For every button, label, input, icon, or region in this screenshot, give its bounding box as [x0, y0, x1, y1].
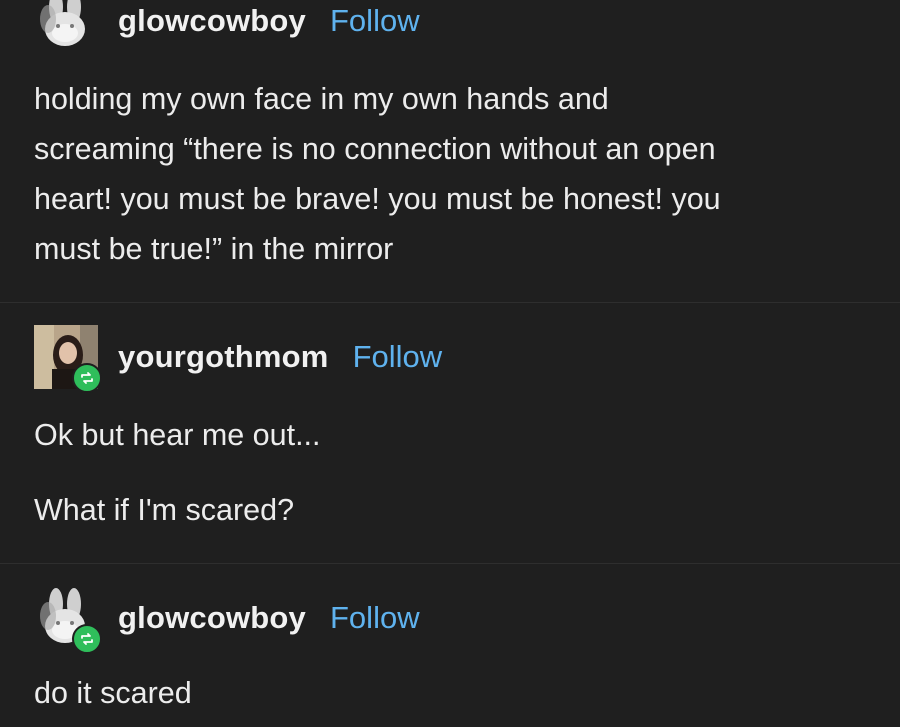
username[interactable]: yourgothmom	[118, 339, 329, 375]
body-line: holding my own face in my own hands and	[34, 82, 609, 116]
post-divider	[0, 302, 900, 303]
reblog-icon	[81, 372, 93, 384]
post-header: glowcowboy Follow	[34, 0, 420, 54]
body-line: screaming “there is no connection withou…	[34, 132, 716, 166]
body-paragraph: What if I'm scared?	[34, 493, 295, 527]
reblog-badge	[72, 363, 102, 393]
post-body: Ok but hear me out... What if I'm scared…	[34, 410, 864, 535]
follow-button[interactable]: Follow	[330, 600, 420, 636]
body-paragraph: Ok but hear me out...	[34, 418, 321, 452]
post-header: glowcowboy Follow	[34, 585, 420, 654]
body-line: heart! you must be brave! you must be ho…	[34, 182, 721, 216]
reblog-badge	[72, 624, 102, 654]
bunny-avatar-icon	[34, 0, 98, 53]
post-divider	[0, 563, 900, 564]
reblog-icon	[81, 633, 93, 645]
post-body: do it scared	[34, 668, 864, 718]
post-body: holding my own face in my own hands and …	[34, 74, 864, 274]
follow-button[interactable]: Follow	[353, 339, 443, 375]
username[interactable]: glowcowboy	[118, 3, 306, 39]
avatar[interactable]	[34, 325, 102, 393]
avatar[interactable]	[34, 586, 102, 654]
avatar[interactable]	[34, 0, 98, 53]
follow-button[interactable]: Follow	[330, 3, 420, 39]
post-header: yourgothmom Follow	[34, 324, 443, 393]
body-paragraph: do it scared	[34, 676, 192, 710]
username[interactable]: glowcowboy	[118, 600, 306, 636]
body-line: must be true!” in the mirror	[34, 232, 394, 266]
